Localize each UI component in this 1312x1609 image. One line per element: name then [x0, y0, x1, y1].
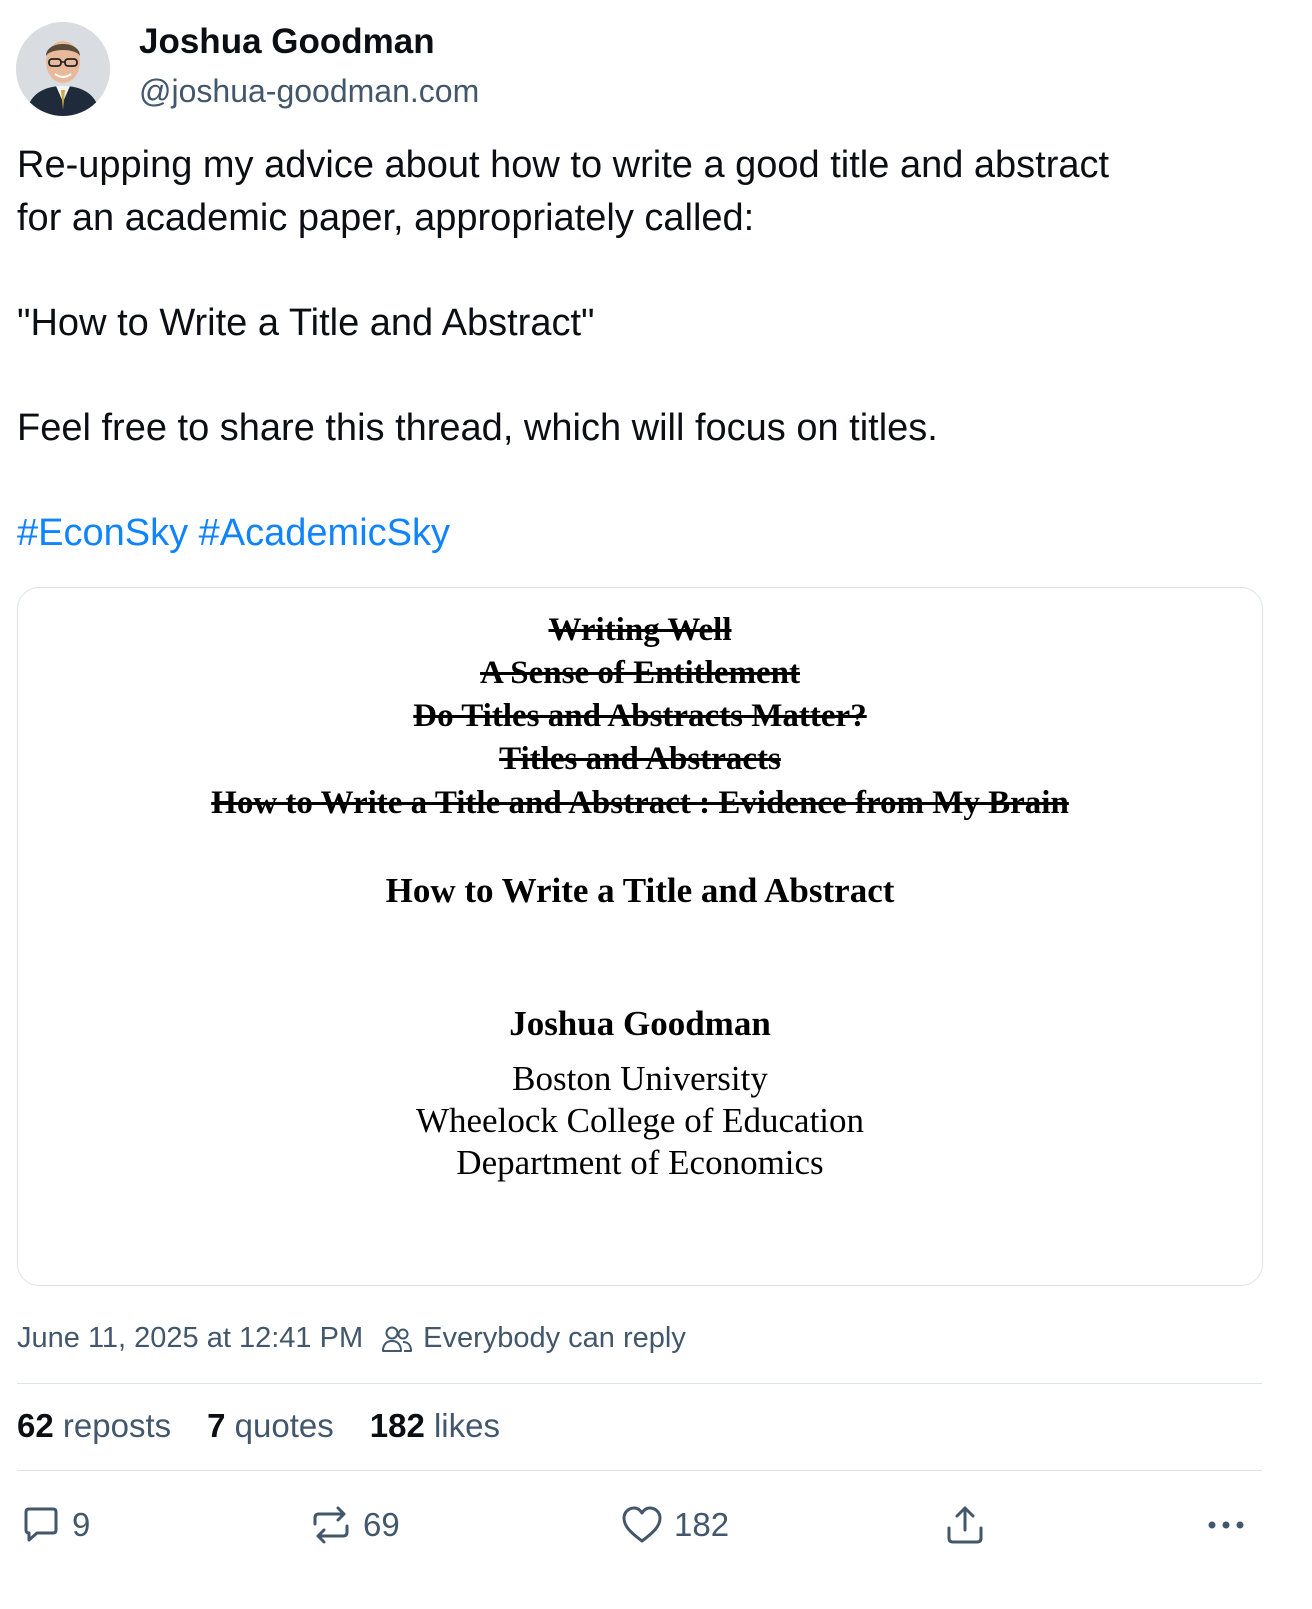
- more-icon: [1208, 1521, 1244, 1529]
- repost-icon: [313, 1506, 349, 1544]
- quotes-stat[interactable]: 7 quotes: [207, 1407, 334, 1445]
- hashtag-link[interactable]: #AcademicSky: [199, 512, 450, 554]
- divider: [17, 1383, 1262, 1384]
- hashtag-link[interactable]: #EconSky: [17, 512, 188, 554]
- engagement-stats: 62 reposts 7 quotes 182 likes: [17, 1407, 536, 1445]
- paper-title: How to Write a Title and Abstract: [385, 871, 895, 910]
- reply-icon: [24, 1507, 58, 1542]
- repost-count: 69: [363, 1506, 400, 1543]
- post-text-line: Re-upping my advice about how to write a…: [17, 144, 1110, 186]
- author-handle[interactable]: @joshua-goodman.com: [139, 73, 479, 110]
- people-icon: [382, 1326, 413, 1352]
- likes-count: 182: [369, 1407, 425, 1444]
- reply-setting[interactable]: Everybody can reply: [381, 1322, 686, 1355]
- paper-affiliation: Boston University: [512, 1059, 768, 1098]
- struck-title: A Sense of Entitlement: [480, 655, 800, 691]
- more-options-button[interactable]: [1204, 1502, 1248, 1548]
- reply-count: 9: [72, 1506, 91, 1543]
- paper-affiliation: Wheelock College of Education: [415, 1101, 865, 1140]
- post-text-line: "How to Write a Title and Abstract": [17, 302, 595, 344]
- struck-title: Do Titles and Abstracts Matter?: [413, 698, 867, 734]
- embedded-image[interactable]: Writing Well A Sense of Entitlement Do T…: [17, 587, 1263, 1286]
- likes-label: likes: [433, 1407, 500, 1444]
- post-text-line: Feel free to share this thread, which wi…: [17, 407, 938, 449]
- like-count: 182: [674, 1506, 730, 1543]
- quotes-count: 7: [207, 1407, 226, 1444]
- post-thread-item: Joshua Goodman @joshua-goodman.com Re-up…: [0, 0, 1312, 1609]
- reply-setting-label: Everybody can reply: [423, 1322, 686, 1354]
- repost-button[interactable]: 69: [309, 1502, 400, 1548]
- reposts-count: 62: [17, 1407, 54, 1444]
- divider: [17, 1470, 1262, 1471]
- struck-title: Writing Well: [548, 612, 732, 648]
- struck-title: How to Write a Title and Abstract : Evid…: [211, 785, 1069, 821]
- share-icon: [947, 1506, 983, 1544]
- avatar[interactable]: [16, 22, 110, 116]
- author-display-name[interactable]: Joshua Goodman: [139, 22, 435, 62]
- paper-author: Joshua Goodman: [509, 1004, 771, 1043]
- avatar-image: [16, 22, 110, 116]
- struck-title: Titles and Abstracts: [499, 741, 781, 777]
- post-text-line: for an academic paper, appropriately cal…: [17, 197, 755, 239]
- hashtags: #EconSky #AcademicSky: [17, 507, 450, 560]
- post-meta: June 11, 2025 at 12:41 PM Everybody can …: [17, 1322, 686, 1355]
- reply-button[interactable]: 9: [20, 1502, 90, 1548]
- quotes-label: quotes: [234, 1407, 334, 1444]
- timestamp[interactable]: June 11, 2025 at 12:41 PM: [17, 1322, 363, 1355]
- share-button[interactable]: [944, 1502, 986, 1548]
- like-button[interactable]: 182: [620, 1502, 729, 1548]
- reposts-label: reposts: [62, 1407, 172, 1444]
- reposts-stat[interactable]: 62 reposts: [17, 1407, 171, 1445]
- paper-affiliation: Department of Economics: [456, 1143, 824, 1182]
- heart-icon: [622, 1506, 662, 1543]
- likes-stat[interactable]: 182 likes: [370, 1407, 500, 1445]
